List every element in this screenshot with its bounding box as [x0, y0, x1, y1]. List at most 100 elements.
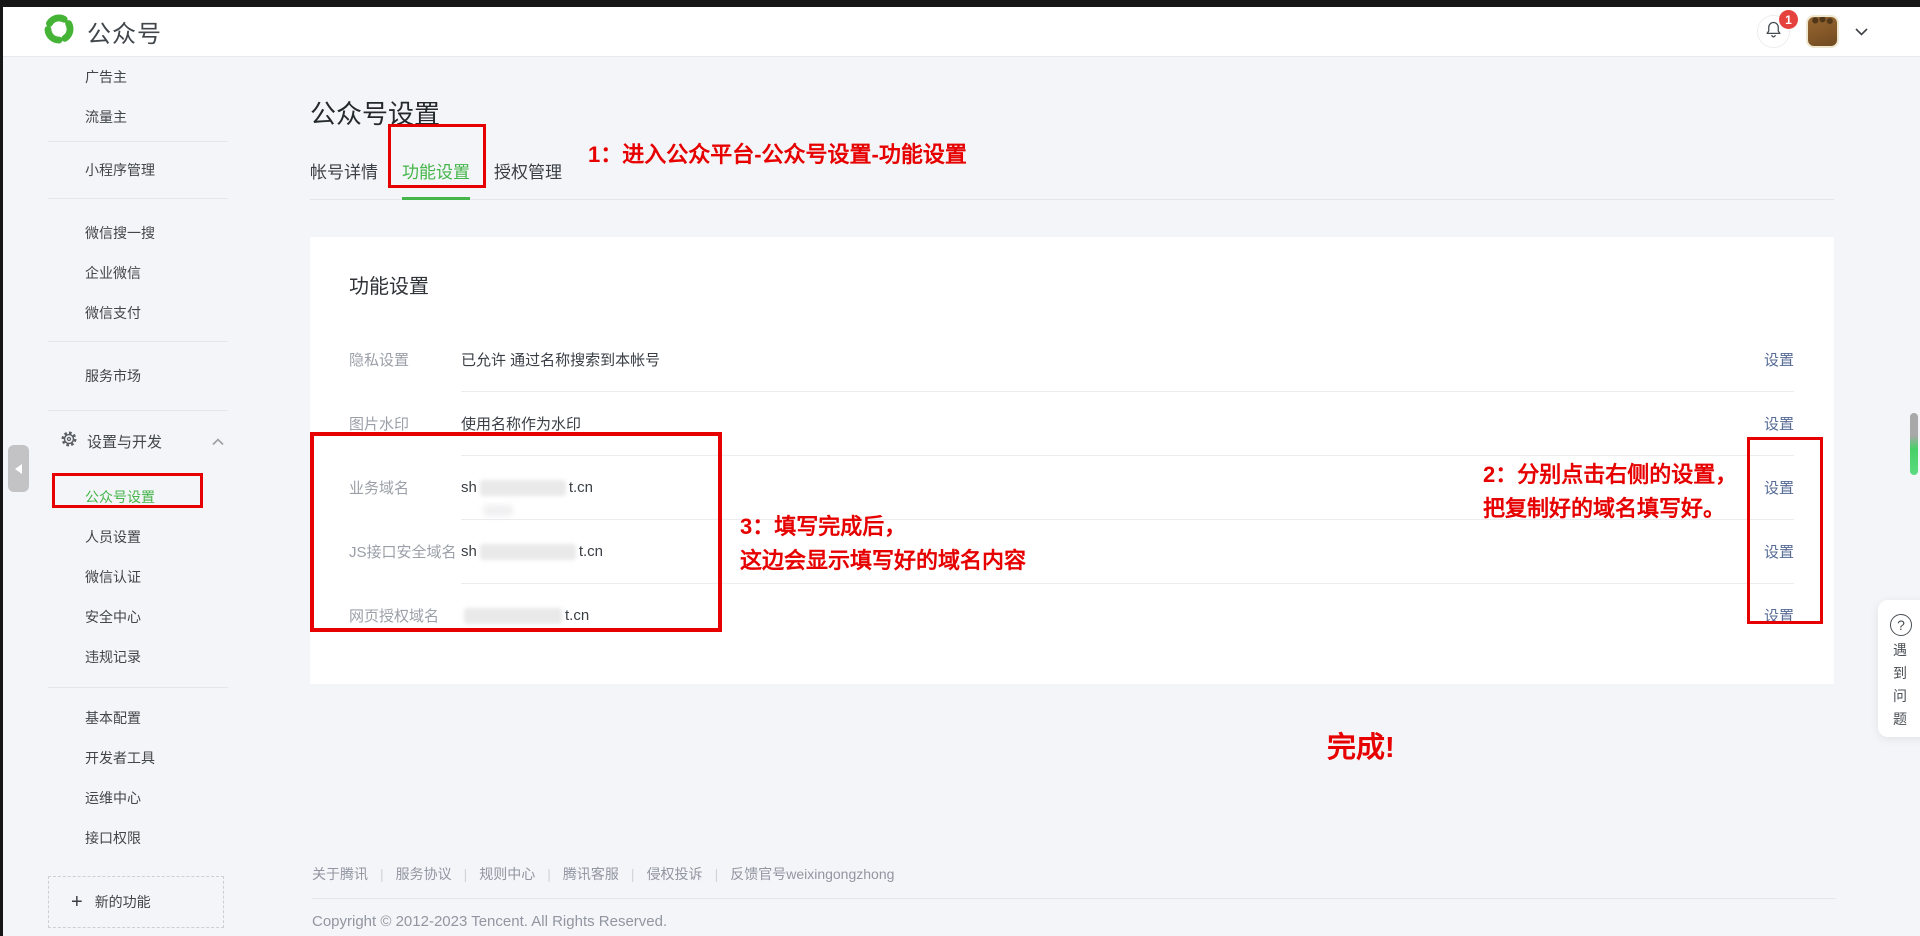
redacted-blur — [464, 608, 562, 624]
row-business-domain: 业务域名 sh t.cn 设置 — [349, 455, 1794, 519]
footer-link-about[interactable]: 关于腾讯 — [312, 864, 368, 884]
js-domain-setting-link[interactable]: 设置 — [1764, 541, 1794, 562]
sidebar-item-traffic[interactable]: 流量主 — [48, 97, 230, 137]
row-label: 业务域名 — [349, 455, 461, 519]
tab-function-settings-label: 功能设置 — [402, 163, 470, 182]
sidebar-divider — [48, 410, 228, 411]
footer-separator: | — [380, 866, 384, 882]
domain-suffix: t.cn — [565, 607, 589, 624]
notification-bell-button[interactable]: 1 — [1757, 15, 1790, 48]
chevron-up-icon — [212, 433, 224, 450]
gear-icon — [60, 430, 78, 452]
sidebar-item-miniprogram[interactable]: 小程序管理 — [48, 150, 230, 190]
row-value: t.cn — [461, 607, 589, 624]
sidebar-group-label: 设置与开发 — [87, 431, 162, 452]
row-value: sh t.cn — [461, 479, 593, 496]
sidebar-collapse-handle[interactable] — [8, 445, 29, 492]
sidebar-item-advertiser[interactable]: 广告主 — [48, 57, 230, 97]
logo-text: 公众号 — [87, 14, 162, 49]
sidebar-item-ops-center[interactable]: 运维中心 — [48, 778, 230, 818]
footer-link-rules[interactable]: 规则中心 — [479, 864, 535, 884]
copyright: Copyright © 2012-2023 Tencent. All Right… — [312, 913, 1836, 930]
sidebar-item-basic-config[interactable]: 基本配置 — [48, 698, 230, 738]
help-char: 题 — [1893, 711, 1907, 728]
row-label: 隐私设置 — [349, 327, 461, 391]
row-value: sh t.cn — [461, 543, 603, 560]
logo: 公众号 — [42, 12, 162, 51]
main-content: 公众号设置 帐号详情 功能设置 授权管理 功能设置 隐私设置 已允许 通过名称搜… — [230, 57, 1920, 936]
wechat-mp-logo-icon — [42, 12, 76, 51]
sidebar-item-search[interactable]: 微信搜一搜 — [48, 213, 230, 253]
privacy-setting-link[interactable]: 设置 — [1764, 349, 1794, 370]
footer: 关于腾讯 | 服务协议 | 规则中心 | 腾讯客服 | 侵权投诉 | 反馈官号w… — [312, 864, 1836, 930]
row-label: 图片水印 — [349, 391, 461, 455]
window-left-edge — [0, 0, 3, 936]
row-web-auth-domain: 网页授权域名 t.cn 设置 — [349, 583, 1794, 647]
sidebar-item-service-market[interactable]: 服务市场 — [48, 356, 230, 396]
new-feature-button[interactable]: + 新的功能 — [48, 876, 224, 928]
footer-link-feedback[interactable]: 反馈官号weixingongzhong — [730, 864, 894, 884]
scrollbar-thumb[interactable] — [1910, 413, 1918, 475]
row-label: 网页授权域名 — [349, 583, 461, 647]
business-domain-setting-link[interactable]: 设置 — [1764, 477, 1794, 498]
domain-suffix: t.cn — [579, 543, 603, 560]
row-image-watermark: 图片水印 使用名称作为水印 设置 — [349, 391, 1794, 455]
help-char: 遇 — [1893, 642, 1907, 659]
redacted-blur — [480, 480, 566, 496]
footer-separator: | — [631, 866, 635, 882]
row-label: JS接口安全域名 — [349, 519, 461, 583]
sidebar-item-violation-record[interactable]: 违规记录 — [48, 637, 230, 677]
footer-separator: | — [547, 866, 551, 882]
help-char: 到 — [1893, 665, 1907, 682]
footer-link-terms[interactable]: 服务协议 — [396, 864, 452, 884]
question-icon: ? — [1890, 614, 1912, 636]
notification-badge: 1 — [1779, 10, 1798, 29]
domain-prefix: sh — [461, 479, 477, 496]
sidebar-item-security-center[interactable]: 安全中心 — [48, 597, 230, 637]
chevron-down-icon[interactable] — [1855, 23, 1868, 41]
sidebar-item-wepay[interactable]: 微信支付 — [48, 293, 230, 333]
window-top-edge — [0, 0, 1920, 7]
header: 公众号 1 — [0, 7, 1920, 57]
avatar[interactable] — [1806, 15, 1839, 48]
row-privacy-setting: 隐私设置 已允许 通过名称搜索到本帐号 设置 — [349, 327, 1794, 391]
sidebar-divider — [48, 687, 228, 688]
triangle-left-icon — [15, 464, 22, 474]
sidebar-item-api-permission[interactable]: 接口权限 — [48, 818, 230, 858]
card-title: 功能设置 — [349, 273, 1794, 301]
domain-prefix: sh — [461, 543, 477, 560]
row-value: 已允许 通过名称搜索到本帐号 — [461, 349, 660, 370]
footer-separator: | — [464, 866, 468, 882]
footer-link-support[interactable]: 腾讯客服 — [563, 864, 619, 884]
sidebar-divider — [48, 141, 228, 142]
tab-function-settings[interactable]: 功能设置 — [402, 158, 470, 183]
sidebar-item-dev-tools[interactable]: 开发者工具 — [48, 738, 230, 778]
help-char: 问 — [1893, 688, 1907, 705]
sidebar-divider — [48, 341, 228, 342]
sidebar-item-account-settings[interactable]: 公众号设置 — [48, 477, 230, 517]
active-tab-underline — [402, 197, 470, 200]
sidebar-item-wechat-verify[interactable]: 微信认证 — [48, 557, 230, 597]
plus-icon: + — [71, 892, 83, 912]
redacted-blur — [480, 544, 576, 560]
webauth-domain-setting-link[interactable]: 设置 — [1764, 605, 1794, 626]
domain-suffix: t.cn — [569, 479, 593, 496]
sidebar-item-staff-settings[interactable]: 人员设置 — [48, 517, 230, 557]
sidebar: 广告主 流量主 小程序管理 微信搜一搜 企业微信 微信支付 服务市场 设置与开发… — [0, 57, 230, 936]
footer-divider — [312, 898, 1836, 899]
sidebar-group-settings-dev[interactable]: 设置与开发 — [48, 419, 230, 463]
function-settings-card: 功能设置 隐私设置 已允许 通过名称搜索到本帐号 设置 图片水印 使用名称作为水… — [310, 237, 1834, 684]
row-js-safe-domain: JS接口安全域名 sh t.cn 设置 — [349, 519, 1794, 583]
watermark-setting-link[interactable]: 设置 — [1764, 413, 1794, 434]
footer-link-infringement[interactable]: 侵权投诉 — [647, 864, 703, 884]
sidebar-divider — [48, 198, 228, 199]
tab-account-details[interactable]: 帐号详情 — [310, 158, 378, 183]
tab-authorization[interactable]: 授权管理 — [494, 158, 562, 183]
sidebar-item-wecom[interactable]: 企业微信 — [48, 253, 230, 293]
row-value: 使用名称作为水印 — [461, 413, 581, 434]
footer-separator: | — [715, 866, 719, 882]
redacted-blur-small — [483, 505, 513, 516]
help-widget-button[interactable]: ? 遇 到 问 题 — [1878, 600, 1920, 737]
new-feature-label: 新的功能 — [95, 892, 151, 912]
tab-bar: 帐号详情 功能设置 授权管理 — [310, 158, 1834, 200]
